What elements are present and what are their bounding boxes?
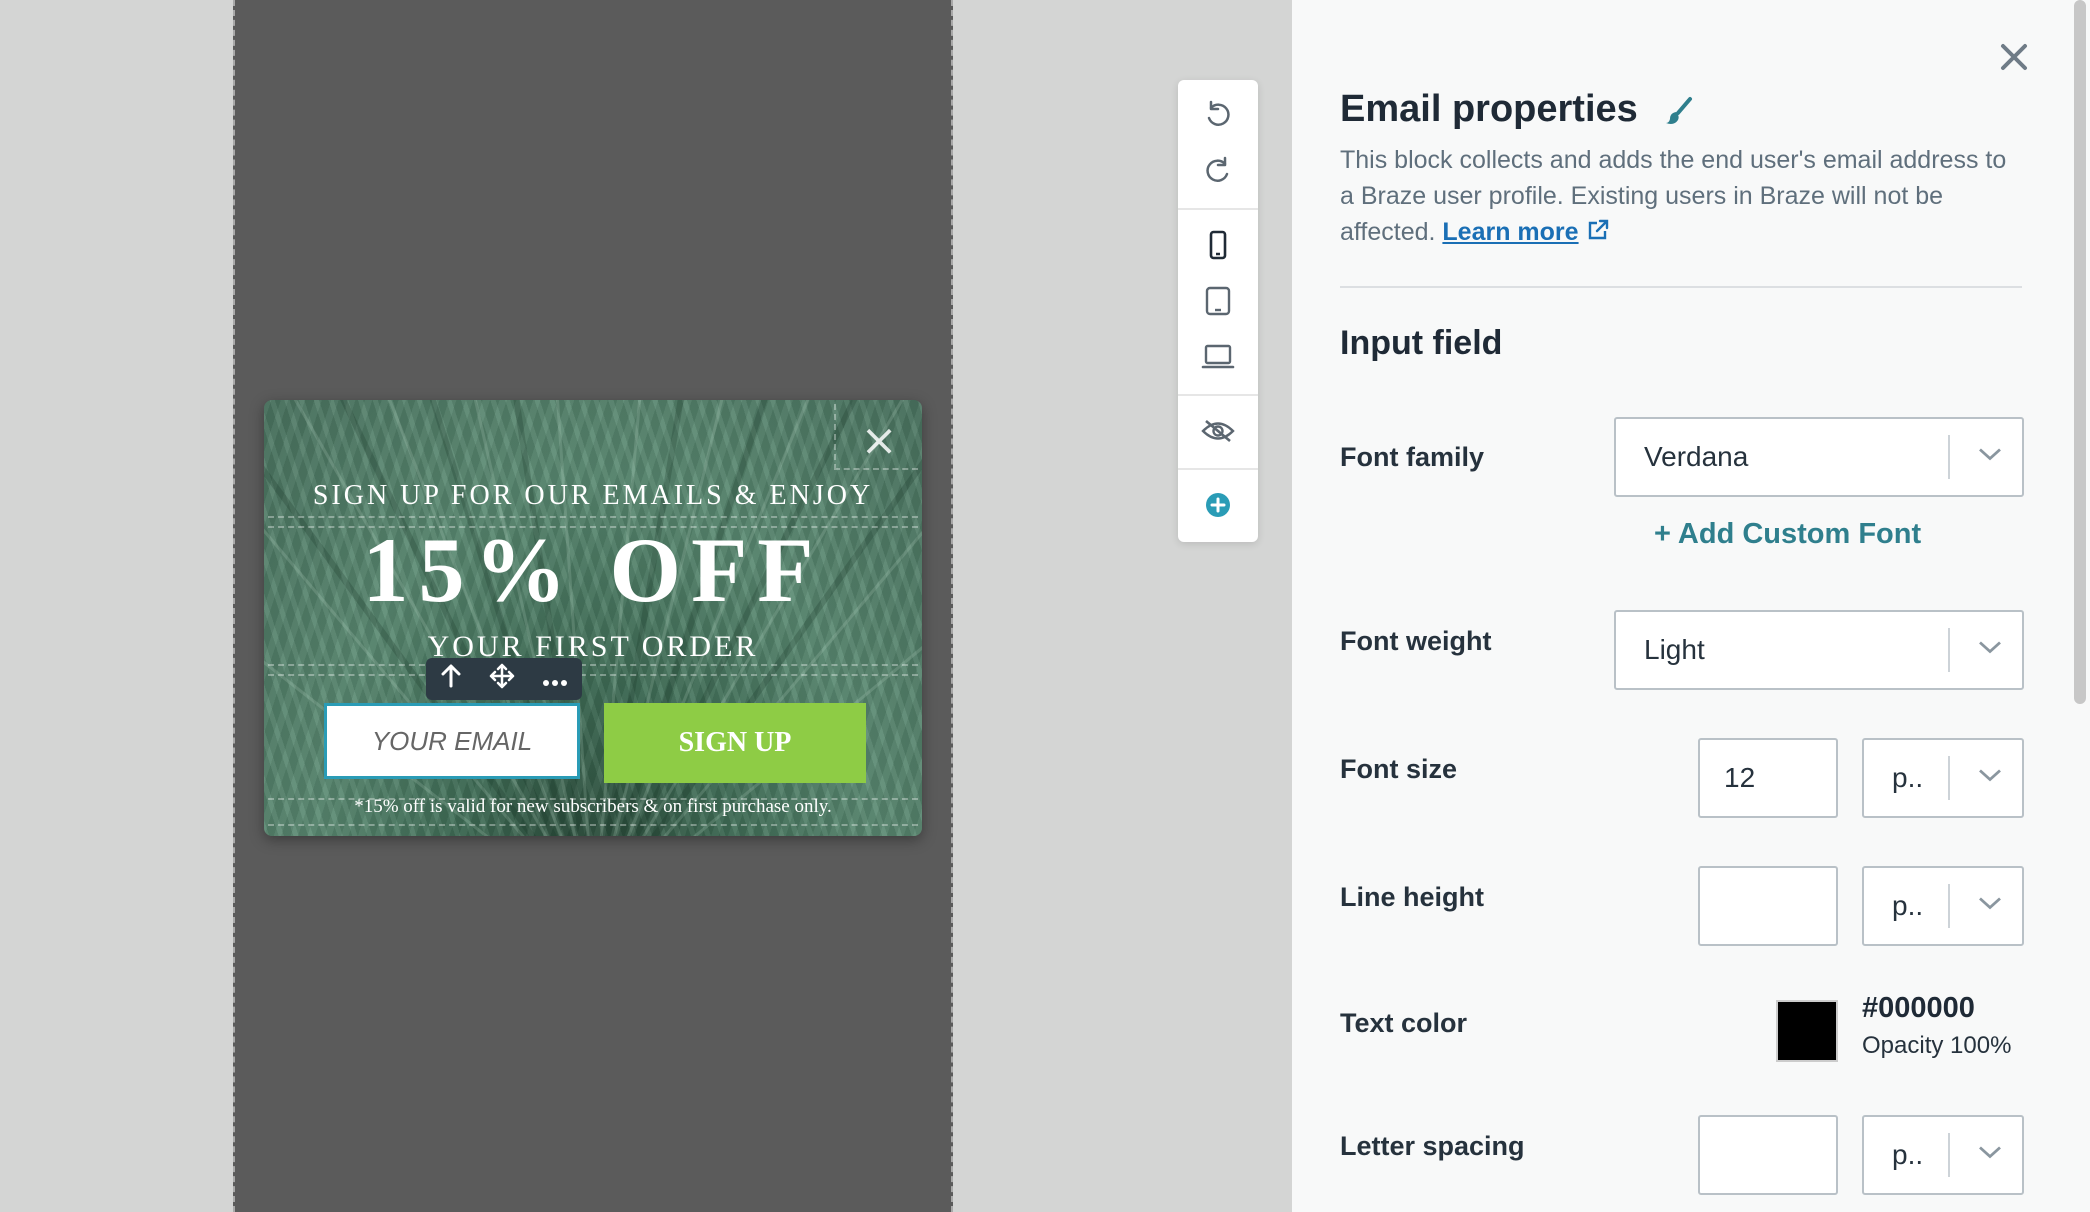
line-height-unit: p.. [1892, 890, 1924, 921]
block-outline [268, 664, 918, 666]
text-color-opacity: Opacity 100% [1862, 1032, 2012, 1059]
chevron-down-icon [1978, 448, 2002, 467]
line-height-unit-select[interactable]: p.. [1862, 866, 2024, 946]
laptop-icon[interactable] [1178, 332, 1258, 382]
font-family-value: Verdana [1644, 441, 1749, 472]
learn-more-link[interactable]: Learn more [1442, 218, 1578, 246]
signup-modal[interactable]: × SIGN UP FOR OUR EMAILS & ENJOY 15% OFF… [264, 400, 922, 836]
font-weight-label: Font weight [1340, 626, 1492, 656]
font-family-select[interactable]: Verdana [1614, 417, 2024, 497]
tablet-icon[interactable] [1178, 276, 1258, 326]
font-weight-value: Light [1644, 634, 1705, 665]
select-divider [1948, 435, 1950, 479]
letter-spacing-input[interactable] [1698, 1115, 1838, 1195]
description-text: This block collects and adds the end use… [1340, 146, 2007, 246]
font-size-unit: p.. [1892, 762, 1924, 793]
select-divider [1948, 884, 1950, 928]
font-size-unit-select[interactable]: p.. [1862, 738, 2024, 818]
font-size-input[interactable]: 12 [1698, 738, 1838, 818]
chevron-down-icon [1978, 897, 2002, 916]
section-title: Input field [1340, 324, 1503, 362]
chevron-down-icon [1978, 1146, 2002, 1165]
font-family-label: Font family [1340, 442, 1485, 472]
chevron-down-icon [1978, 769, 2002, 788]
hide-icon[interactable] [1178, 406, 1258, 456]
font-size-label: Font size [1340, 754, 1458, 784]
toolbar-divider [1178, 468, 1258, 470]
section-divider [1340, 286, 2022, 288]
block-outline [268, 516, 918, 518]
select-divider [1948, 628, 1950, 672]
properties-panel: Email properties This block collects and… [1292, 0, 2090, 1212]
editor-canvas: × SIGN UP FOR OUR EMAILS & ENJOY 15% OFF… [0, 0, 1292, 1212]
line-height-input[interactable] [1698, 866, 1838, 946]
line-height-label: Line height [1340, 882, 1484, 912]
headline-big[interactable]: 15% OFF [264, 520, 922, 620]
letter-spacing-unit: p.. [1892, 1139, 1924, 1170]
letter-spacing-unit-select[interactable]: p.. [1862, 1115, 2024, 1195]
panel-description: This block collects and adds the end use… [1340, 142, 2020, 250]
chevron-down-icon [1978, 641, 2002, 660]
disclaimer-text[interactable]: *15% off is valid for new subscribers & … [264, 796, 922, 818]
brush-icon [1664, 96, 1694, 131]
text-color-swatch[interactable] [1776, 1000, 1838, 1062]
select-divider [1948, 756, 1950, 800]
panel-title: Email properties [1340, 88, 1638, 130]
select-divider [1948, 1133, 1950, 1177]
redo-icon[interactable] [1178, 146, 1258, 196]
block-outline [268, 824, 918, 826]
font-weight-select[interactable]: Light [1614, 610, 2024, 690]
toolbar-divider [1178, 208, 1258, 210]
undo-icon[interactable] [1178, 90, 1258, 140]
mobile-icon[interactable] [1178, 220, 1258, 270]
signup-button[interactable]: SIGN UP [604, 703, 866, 783]
toolbar-divider [1178, 394, 1258, 396]
panel-scrollbar[interactable] [2074, 0, 2086, 704]
headline-small[interactable]: SIGN UP FOR OUR EMAILS & ENJOY [264, 480, 922, 512]
close-panel-icon[interactable] [1992, 36, 2036, 80]
add-custom-font-link[interactable]: + Add Custom Font [1654, 518, 1921, 551]
email-input[interactable]: YOUR EMAIL [324, 703, 580, 779]
add-icon[interactable] [1178, 480, 1258, 530]
letter-spacing-label: Letter spacing [1340, 1131, 1525, 1161]
text-color-hex[interactable]: #000000 [1862, 992, 1975, 1025]
more-icon[interactable] [542, 665, 568, 693]
close-icon[interactable]: × [858, 419, 900, 464]
headline-sub[interactable]: YOUR FIRST ORDER [264, 630, 922, 664]
external-link-icon[interactable] [1586, 218, 1610, 246]
font-size-value: 12 [1724, 762, 1756, 793]
block-toolbar [426, 658, 582, 700]
move-icon[interactable] [489, 663, 515, 695]
arrow-up-icon[interactable] [440, 664, 462, 694]
text-color-label: Text color [1340, 1008, 1468, 1038]
preview-toolbar [1178, 80, 1258, 542]
block-outline [268, 674, 918, 676]
